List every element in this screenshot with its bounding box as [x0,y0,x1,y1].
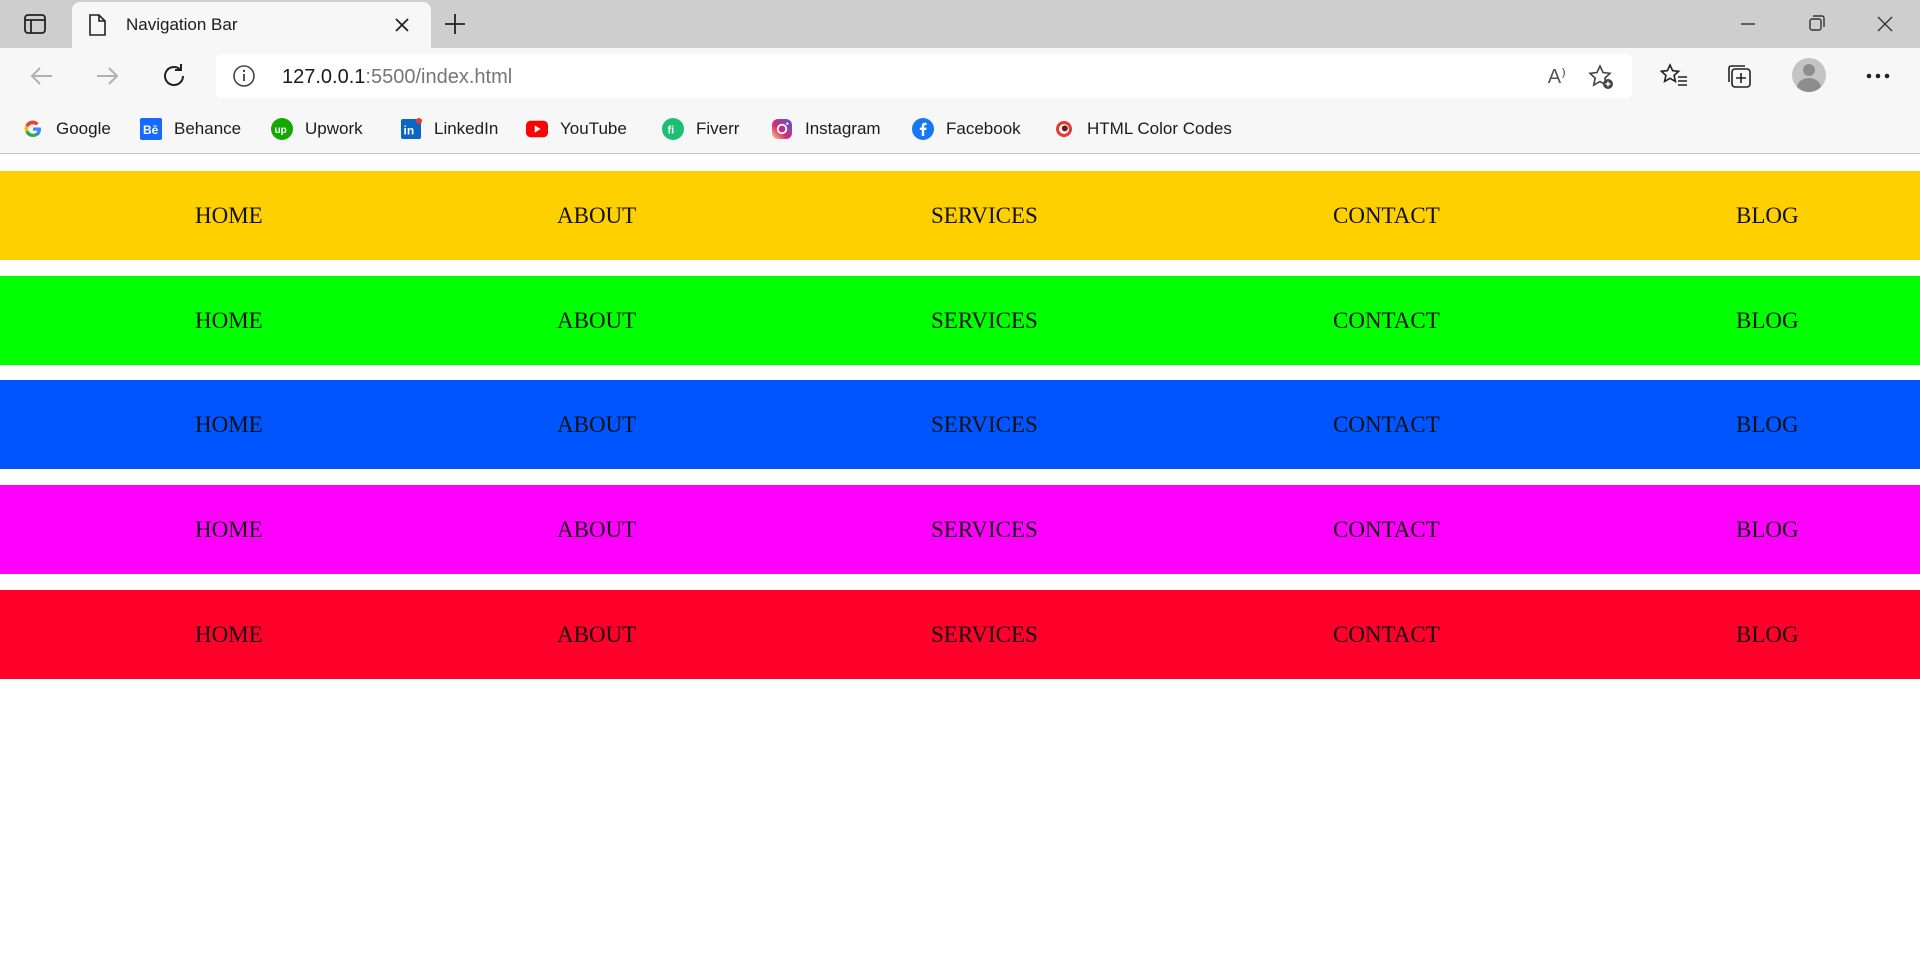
nav-link-about[interactable]: ABOUT [557,485,636,574]
svg-text:up: up [275,125,287,136]
bookmark-fiverr[interactable]: fi Fiverr [662,114,739,144]
nav-link-home[interactable]: HOME [195,276,263,365]
nav-link-blog[interactable]: BLOG [1736,276,1799,365]
nav-link-contact[interactable]: CONTACT [1333,590,1440,679]
bookmark-linkedin[interactable]: in LinkedIn [400,114,498,144]
nav-link-about[interactable]: ABOUT [557,171,636,260]
nav-link-services[interactable]: SERVICES [931,276,1038,365]
nav-link-home[interactable]: HOME [195,171,263,260]
facebook-icon [912,118,934,140]
behance-icon: Bē [140,118,162,140]
tab-strip: Navigation Bar [0,0,1920,48]
more-menu-icon[interactable] [1862,60,1894,92]
bookmark-instagram[interactable]: Instagram [771,114,881,144]
linkedin-icon: in [400,118,422,140]
instagram-icon [771,118,793,140]
minimize-icon[interactable] [1733,10,1763,38]
avatar-body [1797,78,1821,92]
bookmark-label: HTML Color Codes [1087,119,1232,138]
bookmark-upwork[interactable]: up Upwork [271,114,363,144]
restore-icon[interactable] [1801,10,1831,38]
back-icon[interactable] [26,60,58,92]
navbar-blue: HOME ABOUT SERVICES CONTACT BLOG [0,380,1920,469]
svg-text:in: in [404,124,415,138]
address-bar[interactable]: 127.0.0.1:5500/index.html A⁾ [216,54,1632,98]
tab-title: Navigation Bar [126,15,238,34]
bookmark-behance[interactable]: Bē Behance [140,114,241,144]
bookmark-label: Fiverr [696,119,740,138]
tab-actions-icon[interactable] [20,12,50,36]
bookmark-label: YouTube [560,119,627,138]
collections-icon[interactable] [1723,60,1755,92]
site-info-icon[interactable] [232,64,256,93]
close-window-icon[interactable] [1870,10,1900,38]
nav-link-about[interactable]: ABOUT [557,380,636,469]
navbar-red: HOME ABOUT SERVICES CONTACT BLOG [0,590,1920,679]
nav-link-about[interactable]: ABOUT [557,590,636,679]
bookmark-label: Upwork [305,119,363,138]
nav-link-home[interactable]: HOME [195,485,263,574]
bookmark-label: Google [56,119,111,138]
google-icon [22,118,44,140]
upwork-icon: up [271,118,293,140]
bookmark-youtube[interactable]: YouTube [526,114,627,144]
nav-link-services[interactable]: SERVICES [931,380,1038,469]
add-favorite-icon[interactable] [1588,64,1614,95]
bookmark-label: Instagram [805,119,881,138]
new-tab-icon[interactable] [442,11,468,37]
read-aloud-icon[interactable]: A⁾ [1548,64,1566,89]
bookmark-html-color-codes[interactable]: HTML Color Codes [1053,114,1232,144]
nav-link-services[interactable]: SERVICES [931,485,1038,574]
bookmark-label: Behance [174,119,242,138]
profile-avatar[interactable] [1792,58,1826,92]
bookmark-facebook[interactable]: Facebook [912,114,1021,144]
nav-link-contact[interactable]: CONTACT [1333,380,1440,469]
bookmark-label: Facebook [946,119,1021,138]
nav-link-contact[interactable]: CONTACT [1333,171,1440,260]
navbar-yellow: HOME ABOUT SERVICES CONTACT BLOG [0,171,1920,260]
nav-link-contact[interactable]: CONTACT [1333,276,1440,365]
youtube-icon [526,118,548,140]
svg-text:Bē: Bē [143,123,159,137]
nav-link-services[interactable]: SERVICES [931,171,1038,260]
nav-link-blog[interactable]: BLOG [1736,171,1799,260]
nav-link-home[interactable]: HOME [195,590,263,679]
forward-icon[interactable] [91,60,123,92]
svg-text:fi: fi [668,125,675,137]
page-icon [88,14,106,41]
fiverr-icon: fi [662,118,684,140]
url-text[interactable]: 127.0.0.1:5500/index.html [282,66,512,89]
browser-toolbar: 127.0.0.1:5500/index.html A⁾ [0,48,1920,104]
nav-link-blog[interactable]: BLOG [1736,590,1799,679]
nav-link-blog[interactable]: BLOG [1736,380,1799,469]
nav-link-blog[interactable]: BLOG [1736,485,1799,574]
nav-link-about[interactable]: ABOUT [557,276,636,365]
favorites-icon[interactable] [1658,60,1690,92]
nav-link-home[interactable]: HOME [195,380,263,469]
html-color-codes-icon [1053,118,1075,140]
navbar-magenta: HOME ABOUT SERVICES CONTACT BLOG [0,485,1920,574]
nav-link-services[interactable]: SERVICES [931,590,1038,679]
close-tab-icon[interactable] [392,15,412,35]
bookmarks-bar: Google Bē Behance up Upwork in LinkedIn … [0,104,1920,154]
active-tab[interactable]: Navigation Bar [72,2,431,48]
navbar-green: HOME ABOUT SERVICES CONTACT BLOG [0,276,1920,365]
avatar-head [1803,64,1815,76]
refresh-icon[interactable] [158,60,190,92]
nav-link-contact[interactable]: CONTACT [1333,485,1440,574]
bookmark-label: LinkedIn [434,119,499,138]
bookmark-google[interactable]: Google [22,114,111,144]
